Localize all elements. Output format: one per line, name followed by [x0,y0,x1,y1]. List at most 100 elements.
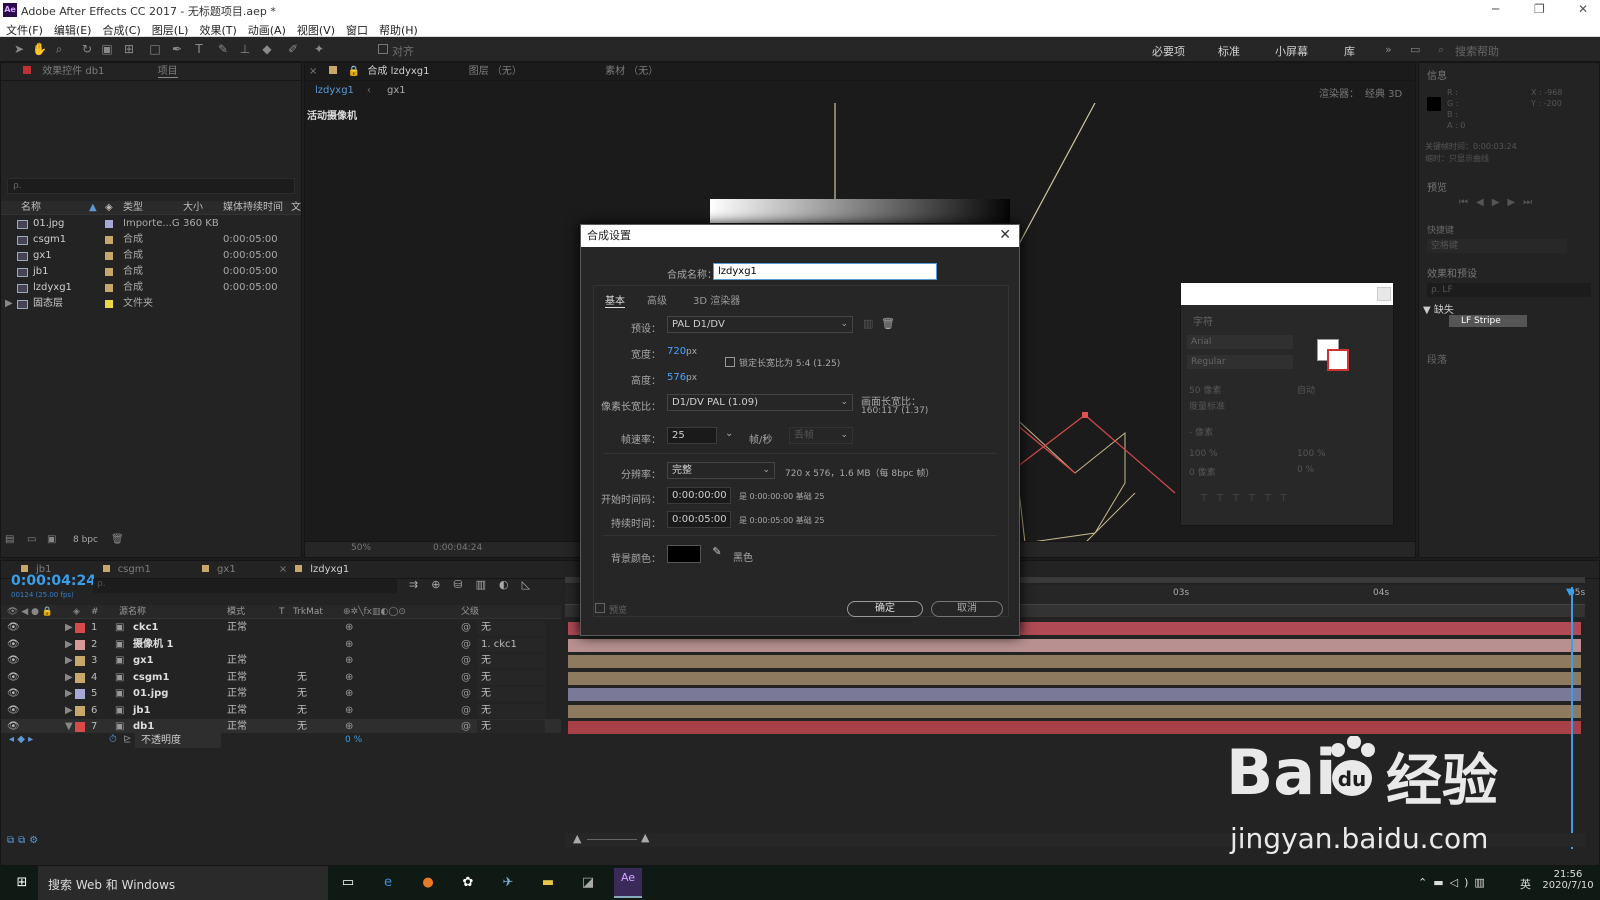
project-item[interactable]: csgm1 合成 0:00:05:00 [1,232,299,248]
zoom-tool-icon[interactable]: ⌕ [52,42,66,56]
pen-tool-icon[interactable]: ✒ [170,42,184,56]
timeline-tab-gx1[interactable]: gx1 [217,564,236,575]
layer-duration-bar[interactable] [568,704,1581,718]
layer-label-swatch[interactable] [75,672,85,683]
tab-project[interactable]: 项目 [157,66,178,78]
col-file[interactable]: 文 [291,201,301,215]
layer-parent[interactable]: 无 [477,703,545,718]
layer-trkmat[interactable]: 无 [297,670,307,686]
col-t[interactable]: T [279,605,285,619]
shy-switch-icon[interactable]: ⊕ [345,703,353,719]
twirl-arrow-icon[interactable]: ▶ [65,620,73,636]
font-style-select[interactable]: Regular [1187,355,1293,369]
font-select[interactable]: Arial [1187,335,1293,349]
workspace-libraries[interactable]: 库 [1344,43,1355,59]
layer-name[interactable]: jb1 [133,703,151,719]
rotate-tool-icon[interactable]: ↻ [80,42,94,56]
tab-layer[interactable]: 图层 （无） [469,66,522,77]
twirl-arrow-icon[interactable]: ▶ [65,653,73,669]
fps-input[interactable]: 25 [667,427,717,444]
workspace-essentials[interactable]: 必要项 [1152,43,1185,59]
menu-file[interactable]: 文件(F) [0,20,48,38]
new-comp-icon[interactable]: ▣ [47,534,56,545]
label-color-swatch[interactable] [105,236,113,244]
layer-parent[interactable]: 无 [477,654,545,668]
hand-tool-icon[interactable]: ✋ [32,42,47,56]
character-close-icon[interactable] [1377,287,1391,301]
visibility-eye-icon[interactable]: 👁 [7,637,20,653]
tab-effect-controls[interactable]: 效果控件 db1 [42,66,104,77]
text-style-buttons[interactable]: TTTTTT [1201,493,1297,504]
layer-parent[interactable]: 无 [477,670,545,685]
zoom-out-icon[interactable]: ▲ [573,832,581,845]
menu-edit[interactable]: 编辑(E) [48,20,97,38]
timeline-footer-icons[interactable]: ⧉⧉⚙ [7,835,42,846]
effects-search-input[interactable]: ρ. LF [1427,283,1591,297]
bpc-button[interactable]: 8 bpc [73,535,98,545]
breadcrumb-comp[interactable]: lzdyxg1 [315,85,354,96]
visibility-eye-icon[interactable]: 👁 [7,653,20,669]
stroke-width-field[interactable]: - 像素 [1189,425,1213,438]
pan-behind-tool-icon[interactable]: ⊞ [122,42,136,56]
tab-basic[interactable]: 基本 [605,292,625,308]
project-item[interactable]: 01.jpg Importe...G 360 KB [1,216,299,232]
tsume-field[interactable]: 0 % [1297,465,1314,475]
camera-tool-icon[interactable]: ▣ [100,42,114,56]
preset-select[interactable]: PAL D1/DV ⌄ [667,316,853,333]
col-duration[interactable]: 媒体持续时间 [223,201,283,215]
start-timecode-input[interactable]: 0:00:00:00 [667,487,731,504]
firefox-icon[interactable]: ● [418,873,438,893]
layer-mode[interactable]: 正常 [227,670,247,686]
layer-label-swatch[interactable] [75,639,85,650]
tab-3d-renderer[interactable]: 3D 渲染器 [693,292,740,307]
edge-icon[interactable]: e [378,873,398,893]
layer-duration-bar[interactable] [568,721,1581,734]
tab-footage[interactable]: 素材 （无） [605,66,658,77]
menu-help[interactable]: 帮助(H) [373,20,423,38]
label-color-swatch[interactable] [105,220,113,228]
timeline-tab-csgm1[interactable]: csgm1 [118,564,151,575]
zoom-slider[interactable] [587,839,637,840]
twirl-arrow-icon[interactable]: ▶ [65,686,73,702]
interpret-footage-icon[interactable]: ▤ [5,534,14,545]
project-item[interactable]: jb1 合成 0:00:05:00 [1,264,299,280]
menu-composition[interactable]: 合成(C) [96,20,145,38]
pickwhip-icon[interactable]: @ [461,637,471,653]
shy-switch-icon[interactable]: ⊕ [345,637,353,653]
pickwhip-icon[interactable]: @ [461,620,471,636]
shy-switch-icon[interactable]: ⊕ [345,653,353,669]
windows-start-icon[interactable]: ⊞ [12,873,32,893]
layer-mode[interactable]: 正常 [227,653,247,669]
project-item[interactable]: lzdyxg1 合成 0:00:05:00 [1,280,299,296]
layer-mode[interactable]: 正常 [227,703,247,719]
workspace-standard[interactable]: 标准 [1218,43,1240,59]
menu-window[interactable]: 窗口 [340,20,373,38]
layer-label-swatch[interactable] [75,705,85,716]
taskbar-clock[interactable]: 21:56 2020/7/10 [1542,869,1594,891]
selection-tool-icon[interactable]: ➤ [12,42,26,56]
col-trkmat[interactable]: TrkMat [293,605,323,619]
baseline-shift-field[interactable]: 0 像素 [1189,465,1216,478]
comp-name-input[interactable]: lzdyxg1 [713,263,937,280]
layer-name[interactable]: 01.jpg [133,686,168,702]
taskbar-search-box[interactable]: 搜索 Web 和 Windows [38,866,328,900]
shy-switch-icon[interactable]: ⊕ [345,620,353,636]
system-tray-icons[interactable]: ⌃▬◁)▥ [1418,876,1491,889]
layer-duration-bar[interactable] [568,671,1581,685]
col-type[interactable]: 类型 [123,201,143,215]
search-help-input[interactable]: 搜索帮助 [1455,43,1499,59]
close-window-icon[interactable]: ✕ [1578,2,1588,16]
layer-label-swatch[interactable] [75,722,85,732]
layer-duration-bar[interactable] [568,688,1581,701]
renderer-value[interactable]: 经典 3D [1365,85,1402,100]
cancel-button[interactable]: 取消 [931,601,1003,617]
col-mode[interactable]: 模式 [227,605,245,619]
project-search-input[interactable]: ρ. [7,178,295,194]
layer-duration-bar[interactable] [568,638,1581,652]
clone-stamp-tool-icon[interactable]: ⊥ [238,42,252,56]
playhead-handle-icon[interactable]: ▼ [1566,587,1574,598]
menu-effect[interactable]: 效果(T) [193,20,241,38]
tab-advanced[interactable]: 高级 [647,292,667,307]
label-color-swatch[interactable] [105,300,113,308]
width-value[interactable]: 720 [667,346,686,357]
